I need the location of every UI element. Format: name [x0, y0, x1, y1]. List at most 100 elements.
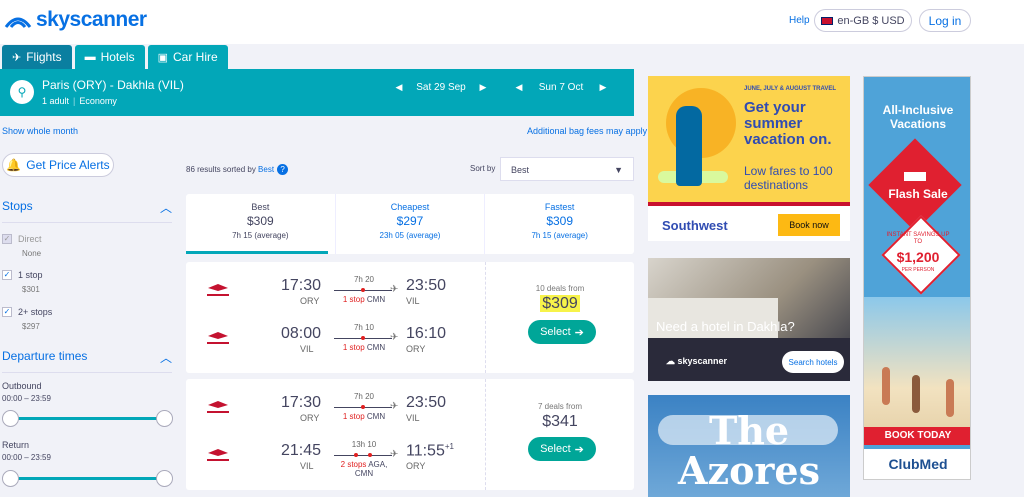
return-date[interactable]: Sun 7 Oct — [526, 82, 596, 93]
summary-tabs: Best $309 7h 15 (average) Cheapest $297 23h … — [186, 194, 634, 254]
login-button[interactable]: Log in — [919, 9, 971, 32]
arrow-right-icon: ➔ — [574, 443, 584, 456]
return-leg: 08:00 VIL 7h 10 ✈ 1 stop CMN 16:10 ORY — [186, 320, 486, 360]
search-icon[interactable]: ⚲ — [10, 80, 34, 104]
filter-two-stops[interactable]: ✓ 2+ stops — [2, 307, 52, 317]
return-leg: 21:45 VIL 13h 10 ✈ 2 stops AGA, CMN 11:55+… — [186, 437, 486, 478]
bag-fees-link[interactable]: Additional bag fees may apply — [527, 126, 647, 136]
direct-price: None — [22, 249, 42, 258]
next-depart-arrow-icon[interactable]: ▶ — [476, 82, 490, 93]
return-range: 00:00 – 23:59 — [2, 453, 51, 462]
return-slider-min-handle[interactable] — [2, 470, 19, 487]
chevron-up-icon[interactable]: ︿ — [160, 199, 172, 216]
show-whole-month-link[interactable]: Show whole month — [2, 126, 78, 136]
route-text: Paris (ORY) - Dakhla (VIL) — [42, 78, 184, 92]
plane-icon: ✈ — [390, 401, 399, 412]
flight-result-card[interactable]: 17:30 ORY 7h 20 ✈ 1 stop CMN 23:50 VIL 08:0… — [186, 262, 634, 373]
sunrise-logo-icon — [4, 17, 32, 28]
product-tabs: ✈ Flights ▬ Hotels ▣ Car Hire — [2, 45, 228, 69]
tab-hotels[interactable]: ▬ Hotels — [74, 45, 145, 69]
dropdown-arrow-icon: ▼ — [614, 165, 623, 175]
tab-fastest[interactable]: Fastest $309 7h 15 (average) — [485, 194, 634, 254]
return-date-control: ◀ Sun 7 Oct ▶ — [512, 82, 610, 93]
price-panel: 10 deals from $309 Select ➔ — [486, 262, 634, 373]
checkbox-direct[interactable]: ✓ — [2, 234, 12, 244]
itinerary-details: 17:30 ORY 7h 20 ✈ 1 stop CMN 23:50 VIL 08:0… — [186, 262, 486, 373]
tab-best[interactable]: Best $309 7h 15 (average) — [186, 194, 336, 254]
search-summary-bar[interactable]: ⚲ Paris (ORY) - Dakhla (VIL) 1 adult | Eco… — [0, 69, 634, 116]
sort-select[interactable]: Best ▼ — [500, 157, 634, 181]
price: $341 — [542, 413, 578, 430]
outbound-leg: 17:30 ORY 7h 20 ✈ 1 stop CMN 23:50 VIL — [186, 272, 486, 312]
return-label: Return — [2, 440, 30, 450]
book-today-button[interactable]: BOOK TODAY — [864, 427, 970, 445]
depart-date-control: ◀ Sat 29 Sep ▶ — [392, 82, 490, 93]
book-now-button[interactable]: Book now — [778, 214, 840, 236]
outbound-range: 00:00 – 23:59 — [2, 394, 51, 403]
search-hotels-button[interactable]: Search hotels — [782, 351, 844, 373]
prev-depart-arrow-icon[interactable]: ◀ — [392, 82, 406, 93]
chevron-up-icon[interactable]: ︿ — [160, 349, 172, 366]
deals-count: 10 deals from — [535, 284, 585, 293]
plane-icon: ✈ — [390, 332, 399, 343]
bed-icon: ▬ — [84, 51, 96, 63]
person-image — [676, 106, 702, 186]
next-return-arrow-icon[interactable]: ▶ — [596, 82, 610, 93]
clubmed-ad[interactable]: All-Inclusive Vacations Flash Sale INSTA… — [863, 76, 971, 480]
outbound-slider-max-handle[interactable] — [156, 410, 173, 427]
departure-times-header[interactable]: Departure times ︿ — [2, 349, 172, 373]
royal-air-maroc-logo-icon — [204, 282, 232, 300]
southwest-ad[interactable]: JUNE, JULY & AUGUST TRAVEL Get your summ… — [648, 76, 850, 241]
select-button[interactable]: Select ➔ — [528, 437, 596, 461]
logo-text: skyscanner — [36, 8, 147, 31]
tab-flights[interactable]: ✈ Flights — [2, 45, 72, 69]
car-icon: ▣ — [157, 51, 168, 64]
return-slider-max-handle[interactable] — [156, 470, 173, 487]
itinerary-details: 17:30 ORY 7h 20 ✈ 1 stop CMN 23:50 VIL 21:4… — [186, 379, 486, 490]
outbound-slider-min-handle[interactable] — [2, 410, 19, 427]
stops-filter-header[interactable]: Stops ︿ — [2, 199, 172, 223]
outbound-label: Outbound — [2, 381, 42, 391]
locale-label: en-GB $ USD — [837, 14, 905, 27]
beach-image — [864, 297, 970, 427]
prev-return-arrow-icon[interactable]: ◀ — [512, 82, 526, 93]
checkbox-two-stops[interactable]: ✓ — [2, 307, 12, 317]
deals-count: 7 deals from — [537, 402, 583, 411]
passenger-info: 1 adult | Economy — [42, 96, 117, 106]
price-alerts-button[interactable]: 🔔 Get Price Alerts — [2, 153, 114, 177]
outbound-slider[interactable] — [2, 410, 173, 427]
skyscanner-logo[interactable]: skyscanner — [4, 8, 147, 32]
uk-flag-icon — [821, 16, 834, 25]
depart-date[interactable]: Sat 29 Sep — [406, 82, 476, 93]
filter-direct[interactable]: ✓ Direct — [2, 234, 42, 244]
clubmed-logo: ClubMed — [864, 449, 970, 479]
results-count: 86 results sorted by Best? — [186, 164, 289, 175]
us-flag-icon — [904, 167, 926, 181]
help-icon[interactable]: ? — [277, 164, 289, 175]
select-button[interactable]: Select ➔ — [528, 320, 596, 344]
locale-button[interactable]: en-GB $ USD — [814, 9, 912, 32]
price: $309 — [540, 295, 580, 312]
bell-icon: 🔔 — [6, 158, 22, 172]
top-bar: skyscanner Help en-GB $ USD Log in — [0, 0, 1024, 44]
two-stops-price: $297 — [22, 322, 40, 331]
royal-air-maroc-logo-icon — [204, 330, 232, 348]
return-slider[interactable] — [2, 470, 173, 487]
filter-one-stop[interactable]: ✓ 1 stop — [2, 270, 43, 280]
tab-car-hire[interactable]: ▣ Car Hire — [147, 45, 228, 69]
sunrise-logo-icon: ☁ — [666, 356, 678, 366]
plane-icon: ✈ — [12, 51, 22, 64]
outbound-leg: 17:30 ORY 7h 20 ✈ 1 stop CMN 23:50 VIL — [186, 389, 486, 429]
royal-air-maroc-logo-icon — [204, 447, 232, 465]
help-link[interactable]: Help — [789, 15, 810, 26]
azores-ad[interactable]: The Azores — [648, 395, 850, 497]
plane-icon: ✈ — [390, 449, 399, 460]
flight-result-card[interactable]: 17:30 ORY 7h 20 ✈ 1 stop CMN 23:50 VIL 21:4… — [186, 379, 634, 490]
checkbox-one-stop[interactable]: ✓ — [2, 270, 12, 280]
tab-cheapest[interactable]: Cheapest $297 23h 05 (average) — [336, 194, 486, 254]
arrow-right-icon: ➔ — [574, 326, 584, 339]
one-stop-price: $301 — [22, 285, 40, 294]
hotel-ad[interactable]: Need a hotel in Dakhla? ☁ skyscanner Sea… — [648, 258, 850, 381]
skyscanner-logo: ☁ skyscanner — [666, 356, 728, 366]
southwest-logo: Southwest — [662, 218, 728, 233]
